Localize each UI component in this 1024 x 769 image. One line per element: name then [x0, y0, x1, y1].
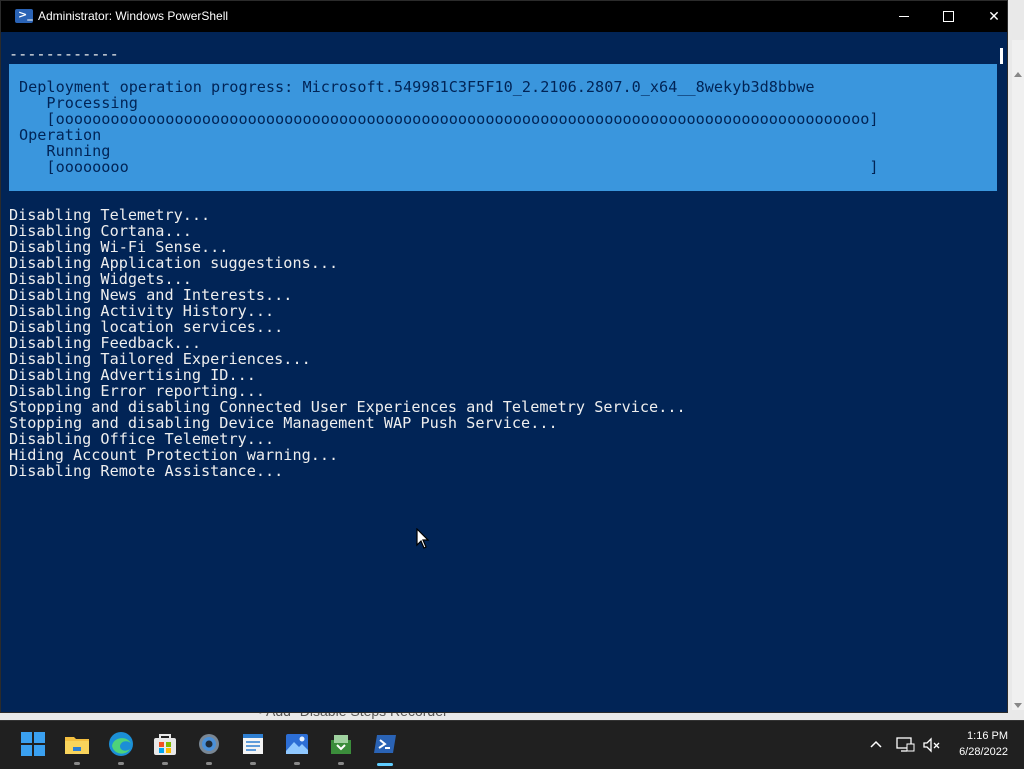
show-hidden-icons-icon[interactable] [866, 735, 886, 755]
progress-line: Running [19, 142, 111, 160]
notepad-icon[interactable] [240, 731, 266, 757]
output-line: Disabling Office Telemetry... [9, 430, 275, 448]
maximize-icon [942, 11, 954, 22]
scroll-up-icon[interactable] [1014, 72, 1022, 77]
console-scrollbar[interactable] [997, 32, 1007, 712]
close-icon: ✕ [988, 8, 1000, 25]
active-indicator [377, 763, 393, 766]
output-line: Disabling Advertising ID... [9, 366, 256, 384]
console-output[interactable]: ------------ Deployment operation progre… [1, 32, 999, 712]
running-indicator [162, 762, 168, 765]
background-scrollbar[interactable] [1012, 40, 1024, 710]
running-indicator [118, 762, 124, 765]
edge-icon[interactable] [108, 731, 134, 757]
powershell-icon[interactable] [372, 731, 398, 757]
start-icon[interactable] [20, 731, 46, 757]
running-indicator [74, 762, 80, 765]
output-line: Disabling Activity History... [9, 302, 275, 320]
output-line: Disabling Widgets... [9, 270, 192, 288]
output-line: Disabling News and Interests... [9, 286, 293, 304]
progress-line: Deployment operation progress: Microsoft… [19, 78, 815, 96]
output-line: Stopping and disabling Connected User Ex… [9, 398, 686, 416]
photos-icon[interactable] [284, 731, 310, 757]
close-button[interactable]: ✕ [971, 1, 1017, 32]
network-icon[interactable] [895, 735, 915, 755]
app-icon[interactable] [328, 731, 354, 757]
output-line: Disabling Wi-Fi Sense... [9, 238, 229, 256]
window-title: Administrator: Windows PowerShell [38, 9, 229, 23]
taskbar: 1:16 PM 6/28/2022 [0, 720, 1024, 769]
title-bar[interactable]: >_ Administrator: Windows PowerShell ✕ [1, 1, 1007, 32]
maximize-button[interactable] [925, 1, 971, 32]
clock-time[interactable]: 1:16 PM [948, 730, 1008, 742]
progress-bar-line: [ooooooooooooooooooooooooooooooooooooooo… [19, 110, 879, 128]
running-indicator [338, 762, 344, 765]
output-line: Disabling Tailored Experiences... [9, 350, 311, 368]
output-line: Disabling location services... [9, 318, 284, 336]
scrollbar-thumb[interactable] [1000, 48, 1003, 64]
output-line: Hiding Account Protection warning... [9, 446, 339, 464]
output-line: Disabling Error reporting... [9, 382, 266, 400]
scroll-down-icon[interactable] [1014, 703, 1022, 708]
output-line: Disabling Cortana... [9, 222, 192, 240]
volume-muted-icon[interactable] [921, 735, 941, 755]
store-icon[interactable] [152, 731, 178, 757]
powershell-icon: >_ [15, 8, 33, 23]
output-line: Disabling Remote Assistance... [9, 462, 284, 480]
output-line: Disabling Application suggestions... [9, 254, 339, 272]
powershell-window[interactable]: >_ Administrator: Windows PowerShell ✕ -… [0, 0, 1008, 713]
output-line: Disabling Telemetry... [9, 206, 211, 224]
output-line: Stopping and disabling Device Management… [9, 414, 558, 432]
minimize-icon [899, 16, 909, 17]
minimize-button[interactable] [881, 1, 927, 32]
running-indicator [250, 762, 256, 765]
running-indicator [206, 762, 212, 765]
settings-icon[interactable] [196, 731, 222, 757]
progress-bar-line: [oooooooo ] [19, 158, 879, 176]
clock-date[interactable]: 6/28/2022 [948, 746, 1008, 758]
running-indicator [294, 762, 300, 765]
separator-line: ------------ [9, 45, 119, 63]
progress-panel: Deployment operation progress: Microsoft… [9, 64, 999, 191]
file-explorer-icon[interactable] [64, 731, 90, 757]
progress-line: Processing [19, 94, 138, 112]
progress-line: Operation [19, 126, 102, 144]
output-line: Disabling Feedback... [9, 334, 202, 352]
